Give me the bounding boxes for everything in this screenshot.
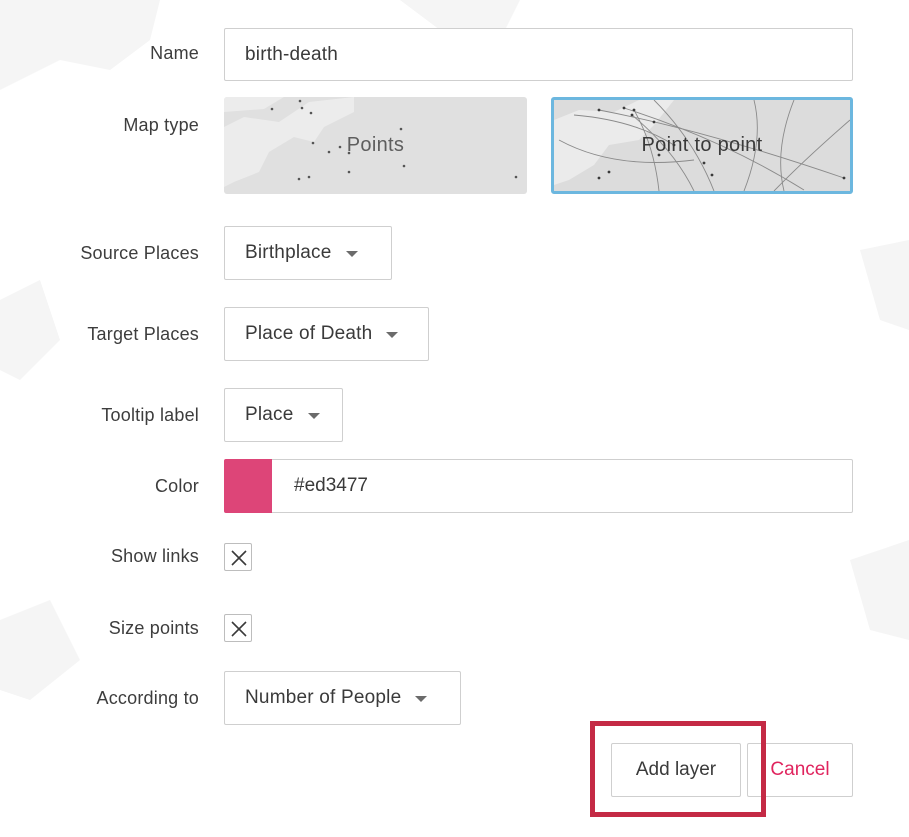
map-type-points-label: Points bbox=[346, 134, 405, 156]
source-places-value: Birthplace bbox=[245, 242, 332, 263]
color-label: Color bbox=[154, 476, 199, 496]
source-places-select[interactable]: Birthplace bbox=[224, 226, 392, 280]
tooltip-label-select[interactable]: Place bbox=[224, 388, 343, 442]
color-swatch[interactable] bbox=[224, 459, 273, 513]
caret-down-icon bbox=[345, 251, 358, 257]
size-points-checkbox[interactable] bbox=[224, 614, 252, 642]
x-mark-icon bbox=[231, 550, 247, 566]
according-to-value: Number of People bbox=[245, 687, 402, 708]
target-places-value: Place of Death bbox=[245, 323, 373, 344]
x-mark-icon bbox=[231, 621, 247, 637]
show-links-checkbox[interactable] bbox=[224, 543, 252, 571]
map-type-points-option[interactable]: Points bbox=[224, 97, 527, 194]
tooltip-label-value: Place bbox=[245, 404, 294, 425]
map-type-label: Map type bbox=[123, 115, 199, 135]
according-to-select[interactable]: Number of People bbox=[224, 671, 461, 725]
name-label: Name bbox=[150, 43, 199, 63]
cancel-button[interactable]: Cancel bbox=[747, 743, 853, 797]
show-links-label: Show links bbox=[110, 546, 199, 566]
name-input[interactable]: birth-death bbox=[224, 28, 853, 81]
color-input[interactable]: #ed3477 bbox=[272, 459, 853, 513]
map-type-point-to-point-label: Point to point bbox=[641, 134, 763, 156]
add-layer-button[interactable]: Add layer bbox=[611, 743, 741, 797]
target-places-label: Target Places bbox=[87, 324, 199, 344]
size-points-label: Size points bbox=[108, 618, 199, 638]
caret-down-icon bbox=[415, 696, 428, 702]
target-places-select[interactable]: Place of Death bbox=[224, 307, 429, 361]
tooltip-label-label: Tooltip label bbox=[101, 405, 199, 425]
source-places-label: Source Places bbox=[80, 243, 199, 263]
map-type-point-to-point-option[interactable]: Point to point bbox=[551, 97, 853, 194]
caret-down-icon bbox=[386, 332, 399, 338]
according-to-label: According to bbox=[96, 688, 199, 708]
caret-down-icon bbox=[307, 413, 320, 419]
